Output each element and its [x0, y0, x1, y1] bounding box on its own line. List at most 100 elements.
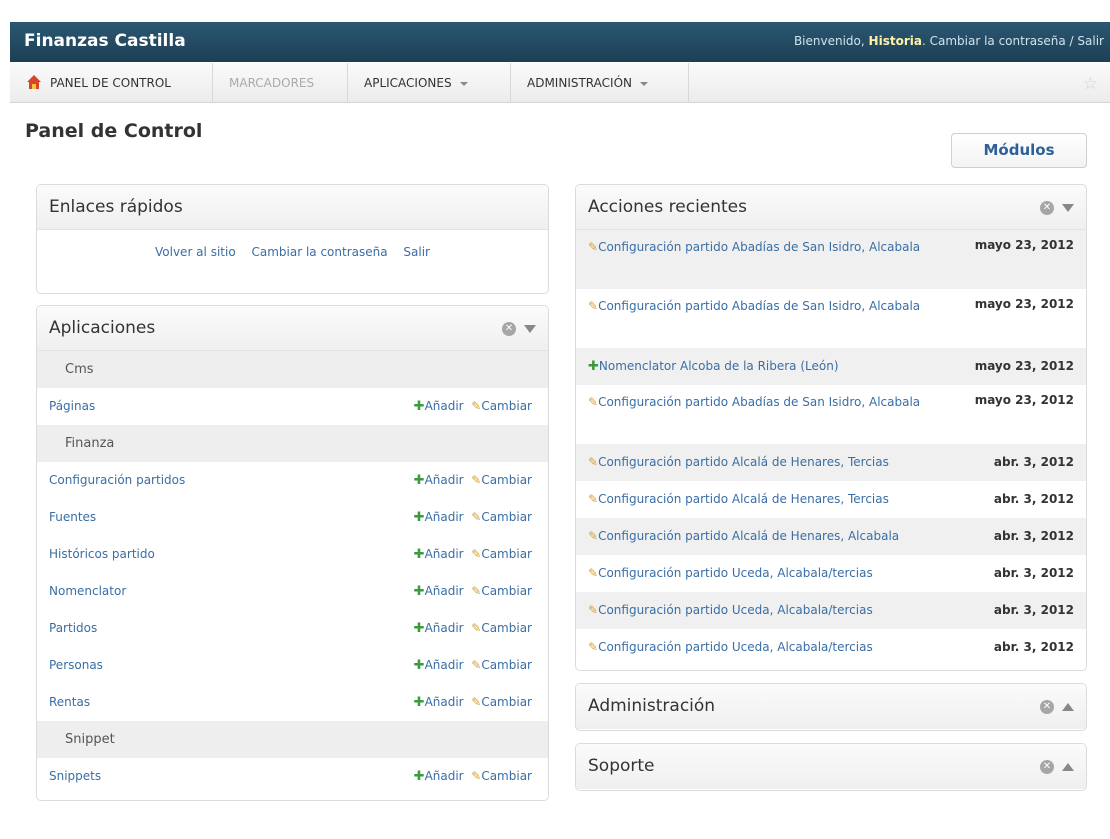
recent-action-link[interactable]: Configuración partido Uceda, Alcabala/te…	[598, 603, 873, 617]
username: Historia	[868, 34, 922, 48]
site-brand[interactable]: Finanzas Castilla	[24, 31, 186, 51]
model-link[interactable]: Históricos partido	[49, 547, 155, 561]
model-link[interactable]: Fuentes	[49, 510, 96, 524]
support-header: Soporte ✕	[576, 744, 1086, 789]
pencil-icon: ✎	[471, 621, 482, 635]
recent-action-row: ✎Configuración partido Uceda, Alcabala/t…	[576, 592, 1086, 629]
recent-action-date: abr. 3, 2012	[993, 566, 1074, 580]
add-link[interactable]: Añadir	[425, 473, 464, 487]
recent-action-link[interactable]: Configuración partido Alcalá de Henares,…	[598, 529, 899, 543]
add-icon: ✚	[413, 621, 425, 636]
add-link[interactable]: Añadir	[425, 695, 464, 709]
recent-action-link[interactable]: Configuración partido Uceda, Alcabala/te…	[598, 640, 873, 654]
change-link[interactable]: Cambiar	[481, 510, 532, 524]
collapse-icon[interactable]	[524, 324, 536, 333]
model-link[interactable]: Configuración partidos	[49, 473, 185, 487]
model-link[interactable]: Snippets	[49, 769, 101, 783]
model-link[interactable]: Personas	[49, 658, 103, 672]
pencil-icon: ✎	[588, 566, 599, 580]
nav-administration[interactable]: ADMINISTRACIÓN	[511, 63, 689, 103]
close-icon[interactable]: ✕	[1040, 699, 1054, 714]
recent-action-link[interactable]: Configuración partido Uceda, Alcabala/te…	[598, 566, 873, 580]
model-actions: ✚Añadir ✎Cambiar	[414, 536, 532, 573]
quick-change-password-link[interactable]: Cambiar la contraseña	[251, 245, 387, 259]
change-link[interactable]: Cambiar	[481, 584, 532, 598]
logout-link[interactable]: Salir	[1077, 34, 1104, 48]
recent-action-link[interactable]: Nomenclator Alcoba de la Ribera (León)	[599, 359, 839, 373]
nav-applications[interactable]: APLICACIONES	[348, 63, 511, 103]
add-link[interactable]: Añadir	[425, 399, 464, 413]
expand-icon[interactable]	[1062, 702, 1074, 711]
app-group-header[interactable]: Finanza	[37, 425, 548, 462]
back-to-site-link[interactable]: Volver al sitio	[155, 245, 236, 259]
add-icon: ✚	[413, 510, 425, 525]
recent-action-link[interactable]: Configuración partido Alcalá de Henares,…	[598, 455, 889, 469]
add-icon: ✚	[413, 769, 425, 784]
administration-panel: Administración ✕	[575, 683, 1087, 731]
model-link[interactable]: Nomenclator	[49, 584, 126, 598]
star-icon[interactable]: ☆	[1083, 74, 1098, 94]
recent-action-date: mayo 23, 2012	[974, 297, 1074, 311]
add-link[interactable]: Añadir	[425, 658, 464, 672]
panel-tools: ✕	[1040, 200, 1074, 215]
recent-action-row: ✚Nomenclator Alcoba de la Ribera (León) m…	[576, 348, 1086, 385]
recent-action-entry: ✎Configuración partido Uceda, Alcabala/t…	[588, 599, 948, 622]
model-link[interactable]: Partidos	[49, 621, 97, 635]
pencil-icon: ✎	[588, 299, 599, 313]
recent-action-link[interactable]: Configuración partido Abadías de San Isi…	[598, 299, 920, 313]
expand-icon[interactable]	[1062, 762, 1074, 771]
change-link[interactable]: Cambiar	[481, 621, 532, 635]
close-icon[interactable]: ✕	[1040, 200, 1054, 215]
modules-button[interactable]: Módulos	[951, 133, 1087, 168]
quick-logout-link[interactable]: Salir	[403, 245, 430, 259]
recent-action-entry: ✎Configuración partido Abadías de San Is…	[588, 295, 948, 318]
collapse-icon[interactable]	[1062, 203, 1074, 212]
pencil-icon: ✎	[588, 395, 599, 409]
nav-bookmarks[interactable]: MARCADORES	[213, 63, 348, 103]
quick-links-panel: Enlaces rápidos Volver al sitio Cambiar …	[36, 184, 549, 294]
recent-action-entry: ✎Configuración partido Abadías de San Is…	[588, 391, 948, 414]
add-link[interactable]: Añadir	[425, 769, 464, 783]
change-password-link[interactable]: Cambiar la contraseña	[930, 34, 1066, 48]
panel-tools: ✕	[1040, 759, 1074, 774]
quick-links-title: Enlaces rápidos	[49, 197, 183, 217]
recent-action-link[interactable]: Configuración partido Abadías de San Isi…	[598, 395, 920, 409]
app-model-row: Snippets ✚Añadir ✎Cambiar	[37, 758, 548, 795]
nav-dashboard[interactable]: PANEL DE CONTROL	[10, 63, 213, 103]
app-group-header[interactable]: Snippet	[37, 721, 548, 758]
recent-action-link[interactable]: Configuración partido Alcalá de Henares,…	[598, 492, 889, 506]
add-link[interactable]: Añadir	[425, 510, 464, 524]
recent-action-link[interactable]: Configuración partido Abadías de San Isi…	[598, 240, 920, 254]
quick-links: Volver al sitio Cambiar la contraseña Sa…	[37, 245, 548, 259]
model-actions: ✚Añadir ✎Cambiar	[414, 610, 532, 647]
add-link[interactable]: Añadir	[425, 621, 464, 635]
close-icon[interactable]: ✕	[1040, 759, 1054, 774]
change-link[interactable]: Cambiar	[481, 399, 532, 413]
model-link[interactable]: Páginas	[49, 399, 95, 413]
app-group-header[interactable]: Cms	[37, 351, 548, 388]
change-link[interactable]: Cambiar	[481, 769, 532, 783]
change-link[interactable]: Cambiar	[481, 473, 532, 487]
pencil-icon: ✎	[471, 547, 482, 561]
change-link[interactable]: Cambiar	[481, 658, 532, 672]
recent-action-date: abr. 3, 2012	[993, 640, 1074, 654]
nav-dashboard-label: PANEL DE CONTROL	[50, 76, 171, 90]
model-actions: ✚Añadir ✎Cambiar	[414, 499, 532, 536]
pencil-icon: ✎	[471, 473, 482, 487]
recent-action-date: abr. 3, 2012	[993, 529, 1074, 543]
add-link[interactable]: Añadir	[425, 584, 464, 598]
model-link[interactable]: Rentas	[49, 695, 90, 709]
change-link[interactable]: Cambiar	[481, 695, 532, 709]
administration-title: Administración	[588, 696, 716, 716]
recent-action-entry: ✎Configuración partido Alcalá de Henares…	[588, 525, 948, 548]
close-icon[interactable]: ✕	[502, 321, 516, 336]
model-actions: ✚Añadir ✎Cambiar	[414, 647, 532, 684]
pencil-icon: ✎	[471, 658, 482, 672]
add-link[interactable]: Añadir	[425, 547, 464, 561]
recent-action-date: abr. 3, 2012	[993, 455, 1074, 469]
add-icon: ✚	[588, 359, 599, 374]
recent-action-date: abr. 3, 2012	[993, 603, 1074, 617]
recent-action-row: ✎Configuración partido Alcalá de Henares…	[576, 444, 1086, 481]
change-link[interactable]: Cambiar	[481, 547, 532, 561]
recent-action-entry: ✎Configuración partido Abadías de San Is…	[588, 236, 948, 259]
